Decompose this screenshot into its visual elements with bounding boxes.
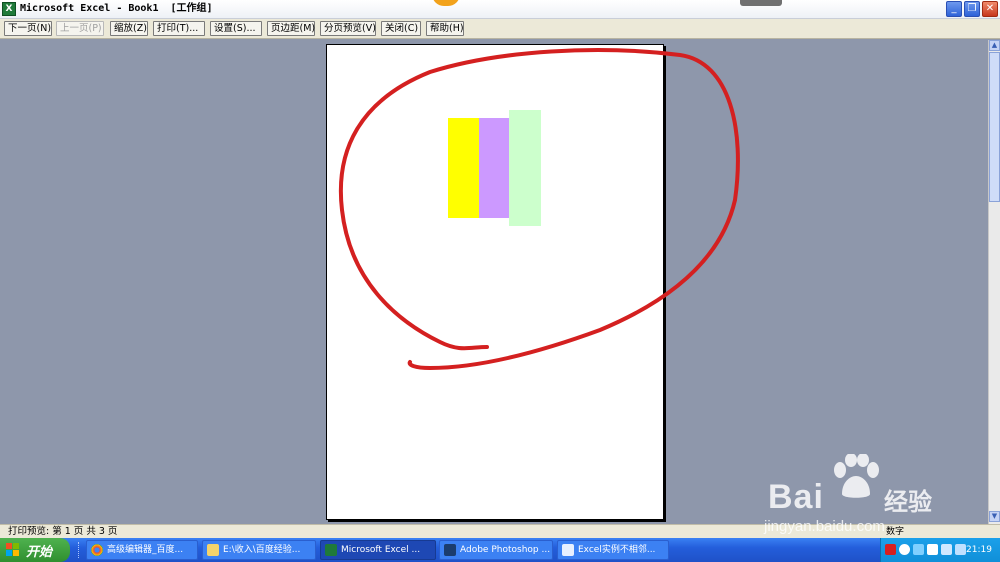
task-label: 高级编辑器_百度... (107, 545, 184, 555)
status-mode: 数字 (886, 527, 905, 537)
taskbar: 开始 高级编辑器_百度... E:\收入\百度经验... Microsoft E… (0, 538, 1000, 562)
chrome-icon (91, 544, 103, 556)
taskbar-clock: 21:19 (966, 545, 992, 555)
task-document[interactable]: Excel实例不相邻... (557, 540, 669, 560)
next-page-button[interactable]: 下一页(N) (4, 21, 52, 36)
orange-overlay-tab (432, 0, 460, 6)
green-bar (509, 110, 541, 226)
margins-button[interactable]: 页边距(M) (267, 21, 315, 36)
scroll-down-icon[interactable]: ▼ (989, 511, 1000, 522)
yellow-bar (448, 118, 479, 218)
taskbar-grip[interactable] (78, 542, 81, 558)
task-explorer[interactable]: E:\收入\百度经验... (202, 540, 316, 560)
safety-icon[interactable] (955, 544, 966, 555)
zoom-button[interactable]: 缩放(Z) (110, 21, 148, 36)
title-bar: X Microsoft Excel - Book1 [工作组] _ ❐ ✕ (0, 0, 1000, 19)
task-label: Microsoft Excel ... (341, 545, 421, 555)
security-icon[interactable] (927, 544, 938, 555)
window-controls: _ ❐ ✕ (946, 1, 998, 17)
task-label: E:\收入\百度经验... (223, 545, 301, 555)
print-button[interactable]: 打印(T)... (153, 21, 205, 36)
setup-button[interactable]: 设置(S)... (210, 21, 262, 36)
vertical-scrollbar[interactable]: ▲ ▼ (988, 40, 1000, 524)
excel-icon: X (2, 2, 16, 16)
display-icon[interactable] (941, 544, 952, 555)
folder-icon (207, 544, 219, 556)
task-photoshop[interactable]: Adobe Photoshop ... (439, 540, 553, 560)
prev-page-button[interactable]: 上一页(P) (56, 21, 104, 36)
status-bar: 打印预览: 第 1 页 共 3 页 数字 (0, 524, 1000, 538)
task-label: Adobe Photoshop ... (460, 545, 551, 555)
purple-bar (479, 118, 509, 218)
restore-button[interactable]: ❐ (964, 1, 980, 17)
help-button[interactable]: 帮助(H) (426, 21, 464, 36)
scroll-up-icon[interactable]: ▲ (989, 40, 1000, 51)
page-break-preview-button[interactable]: 分页预览(V) (320, 21, 376, 36)
start-label: 开始 (26, 545, 53, 560)
scroll-thumb[interactable] (989, 52, 1000, 202)
minimize-button[interactable]: _ (946, 1, 962, 17)
windows-logo-icon (6, 543, 19, 556)
excel-icon (325, 544, 337, 556)
close-window-button[interactable]: ✕ (982, 1, 998, 17)
print-preview-toolbar: 下一页(N) 上一页(P) 缩放(Z) 打印(T)... 设置(S)... 页边… (0, 19, 1000, 39)
photoshop-icon (444, 544, 456, 556)
start-button[interactable]: 开始 (0, 538, 70, 562)
document-icon (562, 544, 574, 556)
volume-icon[interactable] (913, 544, 924, 555)
sogou-input-icon[interactable] (885, 544, 896, 555)
task-excel[interactable]: Microsoft Excel ... (320, 540, 436, 560)
close-preview-button[interactable]: 关闭(C) (381, 21, 421, 36)
task-chrome[interactable]: 高级编辑器_百度... (86, 540, 198, 560)
window-title: Microsoft Excel - Book1 [工作组] (20, 3, 213, 14)
title-decoration (740, 0, 782, 6)
task-label: Excel实例不相邻... (578, 545, 656, 555)
network-icon[interactable] (899, 544, 910, 555)
status-text: 打印预览: 第 1 页 共 3 页 (8, 526, 118, 537)
preview-page[interactable] (326, 44, 664, 520)
